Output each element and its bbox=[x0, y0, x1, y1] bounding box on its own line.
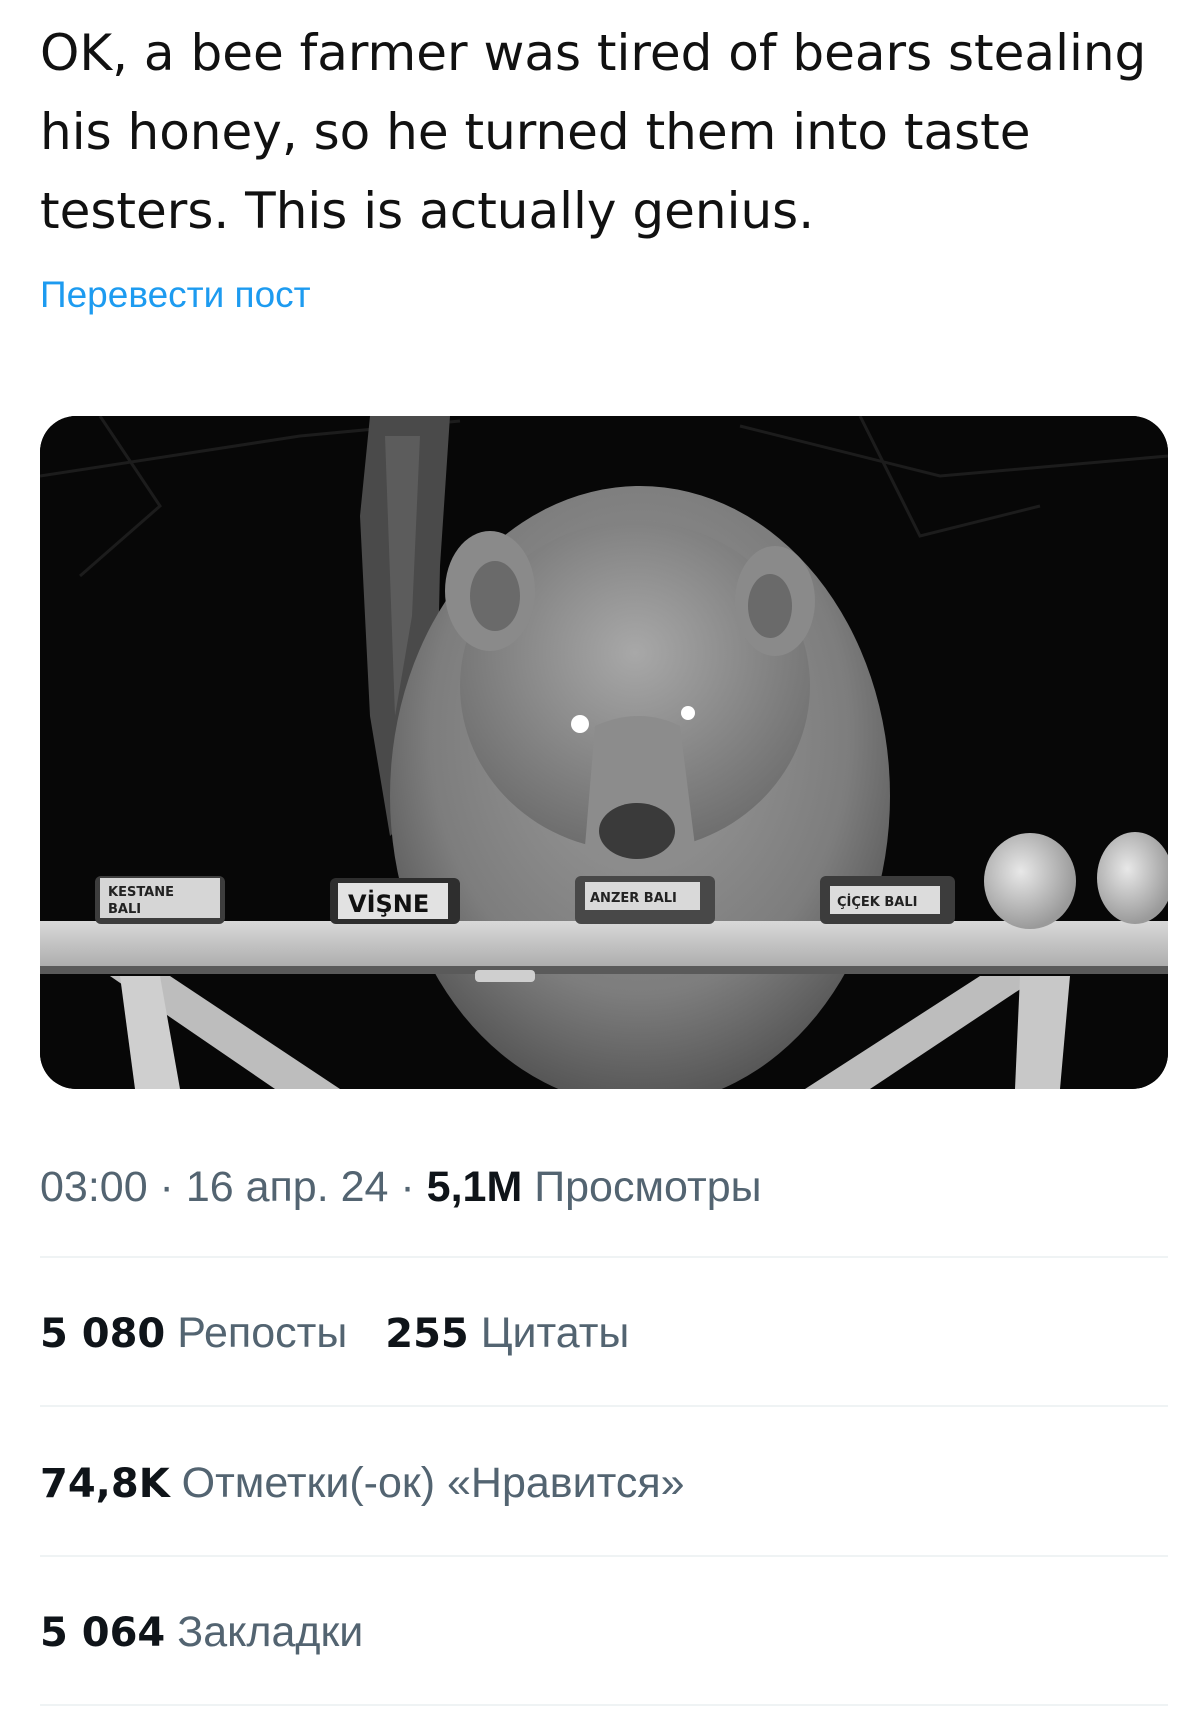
bowl-label-visne: VİŞNE bbox=[348, 889, 429, 918]
likes-count: 74,8K bbox=[40, 1461, 170, 1507]
bowl-label-cicek: ÇİÇEK BALI bbox=[837, 894, 918, 910]
quotes-label: Цитаты bbox=[480, 1309, 630, 1357]
likes-label: Отметки(-ок) «Нравится» bbox=[181, 1459, 685, 1507]
likes-row: 74,8K Отметки(-ок) «Нравится» bbox=[40, 1459, 685, 1508]
bowl-label-kestane-bali: BALI bbox=[108, 902, 141, 917]
likes-link[interactable]: 74,8K Отметки(-ок) «Нравится» bbox=[40, 1459, 685, 1507]
post-meta: 03:00 · 16 апр. 24 · 5,1M Просмотры bbox=[40, 1163, 762, 1212]
reposts-quotes-row: 5 080 Репосты 255 Цитаты bbox=[40, 1309, 629, 1358]
bookmarks-link[interactable]: 5 064 Закладки bbox=[40, 1608, 363, 1656]
quotes-link[interactable]: 255 Цитаты bbox=[385, 1309, 629, 1357]
views-count: 5,1M bbox=[426, 1163, 523, 1211]
divider bbox=[40, 1555, 1168, 1557]
bear-photo-image: KESTANE BALI VİŞNE ANZER BALI ÇİÇEK BALI bbox=[40, 416, 1168, 1089]
meta-separator: · bbox=[147, 1163, 186, 1211]
reposts-link[interactable]: 5 080 Репосты bbox=[40, 1309, 347, 1357]
divider bbox=[40, 1405, 1168, 1407]
translate-post-link[interactable]: Перевести пост bbox=[40, 274, 311, 316]
post-photo[interactable]: KESTANE BALI VİŞNE ANZER BALI ÇİÇEK BALI bbox=[40, 416, 1168, 1089]
post-text: OK, a bee farmer was tired of bears stea… bbox=[40, 24, 1147, 240]
reposts-count: 5 080 bbox=[40, 1311, 166, 1357]
bookmarks-label: Закладки bbox=[177, 1608, 364, 1656]
bookmarks-count: 5 064 bbox=[40, 1610, 166, 1656]
bowl-label-kestane: KESTANE bbox=[108, 885, 174, 900]
quotes-count: 255 bbox=[385, 1311, 469, 1357]
divider bbox=[40, 1704, 1168, 1706]
bowl-label-anzer: ANZER BALI bbox=[590, 891, 677, 906]
post-time[interactable]: 03:00 bbox=[40, 1163, 148, 1211]
reposts-label: Репосты bbox=[177, 1309, 348, 1357]
post-date[interactable]: 16 апр. 24 bbox=[186, 1163, 389, 1211]
meta-separator: · bbox=[388, 1163, 427, 1211]
views-label: Просмотры bbox=[534, 1163, 762, 1211]
divider bbox=[40, 1256, 1168, 1258]
bookmarks-row: 5 064 Закладки bbox=[40, 1608, 363, 1657]
